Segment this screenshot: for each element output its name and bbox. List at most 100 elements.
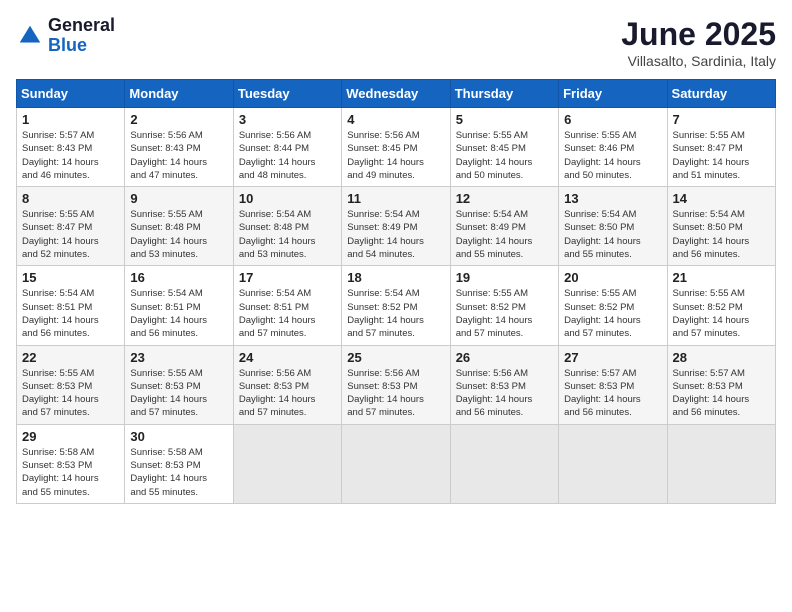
day-info: Sunrise: 5:55 AMSunset: 8:52 PMDaylight:… bbox=[564, 287, 661, 340]
day-info: Sunrise: 5:54 AMSunset: 8:50 PMDaylight:… bbox=[673, 208, 770, 261]
calendar-day-cell: 16Sunrise: 5:54 AMSunset: 8:51 PMDayligh… bbox=[125, 266, 233, 345]
calendar-day-cell: 20Sunrise: 5:55 AMSunset: 8:52 PMDayligh… bbox=[559, 266, 667, 345]
day-number: 14 bbox=[673, 191, 770, 206]
day-number: 17 bbox=[239, 270, 336, 285]
logo-blue-text: Blue bbox=[48, 36, 115, 56]
calendar-day-cell: 3Sunrise: 5:56 AMSunset: 8:44 PMDaylight… bbox=[233, 108, 341, 187]
calendar-table: SundayMondayTuesdayWednesdayThursdayFrid… bbox=[16, 79, 776, 504]
day-info: Sunrise: 5:57 AMSunset: 8:53 PMDaylight:… bbox=[564, 367, 661, 420]
weekday-header: Tuesday bbox=[233, 80, 341, 108]
calendar-day-cell: 1Sunrise: 5:57 AMSunset: 8:43 PMDaylight… bbox=[17, 108, 125, 187]
calendar-day-cell bbox=[667, 424, 775, 503]
day-number: 16 bbox=[130, 270, 227, 285]
day-info: Sunrise: 5:55 AMSunset: 8:48 PMDaylight:… bbox=[130, 208, 227, 261]
calendar-day-cell bbox=[233, 424, 341, 503]
page-header: General Blue June 2025 Villasalto, Sardi… bbox=[16, 16, 776, 69]
calendar-day-cell: 5 Sunrise: 5:55 AMSunset: 8:45 PMDaylight… bbox=[450, 108, 558, 187]
calendar-day-cell: 15 Sunrise: 5:54 AMSunset: 8:51 PMDayligh… bbox=[17, 266, 125, 345]
day-info: Sunrise: 5:54 AMSunset: 8:49 PMDaylight:… bbox=[347, 208, 444, 261]
day-number: 6 bbox=[564, 112, 661, 127]
calendar-day-cell: 8Sunrise: 5:55 AMSunset: 8:47 PMDaylight… bbox=[17, 187, 125, 266]
day-info: Sunrise: 5:56 AMSunset: 8:53 PMDaylight:… bbox=[239, 367, 336, 420]
calendar-day-cell: 23 Sunrise: 5:55 AMSunset: 8:53 PMDayligh… bbox=[125, 345, 233, 424]
calendar-day-cell: 22 Sunrise: 5:55 AMSunset: 8:53 PMDayligh… bbox=[17, 345, 125, 424]
day-number: 2 bbox=[130, 112, 227, 127]
weekday-header: Thursday bbox=[450, 80, 558, 108]
calendar-day-cell: 12Sunrise: 5:54 AMSunset: 8:49 PMDayligh… bbox=[450, 187, 558, 266]
calendar-day-cell: 30 Sunrise: 5:58 AMSunset: 8:53 PMDayligh… bbox=[125, 424, 233, 503]
logo: General Blue bbox=[16, 16, 115, 56]
day-info: Sunrise: 5:58 AMSunset: 8:53 PMDaylight:… bbox=[130, 446, 227, 499]
day-number: 25 bbox=[347, 350, 444, 365]
day-info: Sunrise: 5:55 AMSunset: 8:46 PMDaylight:… bbox=[564, 129, 661, 182]
day-number: 19 bbox=[456, 270, 553, 285]
day-info: Sunrise: 5:54 AMSunset: 8:51 PMDaylight:… bbox=[22, 287, 119, 340]
day-info: Sunrise: 5:54 AMSunset: 8:48 PMDaylight:… bbox=[239, 208, 336, 261]
day-number: 11 bbox=[347, 191, 444, 206]
calendar-day-cell: 6 Sunrise: 5:55 AMSunset: 8:46 PMDaylight… bbox=[559, 108, 667, 187]
calendar-day-cell: 11 Sunrise: 5:54 AMSunset: 8:49 PMDayligh… bbox=[342, 187, 450, 266]
day-info: Sunrise: 5:55 AMSunset: 8:53 PMDaylight:… bbox=[130, 367, 227, 420]
day-number: 18 bbox=[347, 270, 444, 285]
day-number: 1 bbox=[22, 112, 119, 127]
weekday-header: Saturday bbox=[667, 80, 775, 108]
calendar-day-cell: 10 Sunrise: 5:54 AMSunset: 8:48 PMDayligh… bbox=[233, 187, 341, 266]
day-info: Sunrise: 5:54 AMSunset: 8:49 PMDaylight:… bbox=[456, 208, 553, 261]
day-info: Sunrise: 5:56 AMSunset: 8:44 PMDaylight:… bbox=[239, 129, 336, 182]
day-number: 7 bbox=[673, 112, 770, 127]
logo-general-text: General bbox=[48, 16, 115, 36]
day-info: Sunrise: 5:57 AMSunset: 8:53 PMDaylight:… bbox=[673, 367, 770, 420]
day-number: 10 bbox=[239, 191, 336, 206]
day-number: 9 bbox=[130, 191, 227, 206]
day-info: Sunrise: 5:55 AMSunset: 8:45 PMDaylight:… bbox=[456, 129, 553, 182]
day-info: Sunrise: 5:58 AMSunset: 8:53 PMDaylight:… bbox=[22, 446, 119, 499]
day-info: Sunrise: 5:54 AMSunset: 8:52 PMDaylight:… bbox=[347, 287, 444, 340]
calendar-day-cell: 2 Sunrise: 5:56 AMSunset: 8:43 PMDaylight… bbox=[125, 108, 233, 187]
day-number: 21 bbox=[673, 270, 770, 285]
calendar-week-row: 15 Sunrise: 5:54 AMSunset: 8:51 PMDayligh… bbox=[17, 266, 776, 345]
day-info: Sunrise: 5:56 AMSunset: 8:53 PMDaylight:… bbox=[456, 367, 553, 420]
day-info: Sunrise: 5:54 AMSunset: 8:50 PMDaylight:… bbox=[564, 208, 661, 261]
weekday-header: Friday bbox=[559, 80, 667, 108]
day-info: Sunrise: 5:55 AMSunset: 8:47 PMDaylight:… bbox=[673, 129, 770, 182]
month-title: June 2025 bbox=[621, 16, 776, 53]
calendar-day-cell: 27 Sunrise: 5:57 AMSunset: 8:53 PMDayligh… bbox=[559, 345, 667, 424]
day-info: Sunrise: 5:56 AMSunset: 8:53 PMDaylight:… bbox=[347, 367, 444, 420]
weekday-header: Wednesday bbox=[342, 80, 450, 108]
day-number: 24 bbox=[239, 350, 336, 365]
day-number: 27 bbox=[564, 350, 661, 365]
day-info: Sunrise: 5:55 AMSunset: 8:53 PMDaylight:… bbox=[22, 367, 119, 420]
calendar-day-cell: 14 Sunrise: 5:54 AMSunset: 8:50 PMDayligh… bbox=[667, 187, 775, 266]
calendar-day-cell: 18 Sunrise: 5:54 AMSunset: 8:52 PMDayligh… bbox=[342, 266, 450, 345]
day-number: 26 bbox=[456, 350, 553, 365]
location-text: Villasalto, Sardinia, Italy bbox=[621, 53, 776, 69]
title-block: June 2025 Villasalto, Sardinia, Italy bbox=[621, 16, 776, 69]
calendar-day-cell: 21 Sunrise: 5:55 AMSunset: 8:52 PMDayligh… bbox=[667, 266, 775, 345]
day-info: Sunrise: 5:54 AMSunset: 8:51 PMDaylight:… bbox=[239, 287, 336, 340]
day-number: 15 bbox=[22, 270, 119, 285]
calendar-week-row: 8Sunrise: 5:55 AMSunset: 8:47 PMDaylight… bbox=[17, 187, 776, 266]
day-info: Sunrise: 5:56 AMSunset: 8:45 PMDaylight:… bbox=[347, 129, 444, 182]
day-info: Sunrise: 5:55 AMSunset: 8:47 PMDaylight:… bbox=[22, 208, 119, 261]
day-number: 23 bbox=[130, 350, 227, 365]
day-info: Sunrise: 5:56 AMSunset: 8:43 PMDaylight:… bbox=[130, 129, 227, 182]
day-info: Sunrise: 5:55 AMSunset: 8:52 PMDaylight:… bbox=[673, 287, 770, 340]
day-number: 30 bbox=[130, 429, 227, 444]
calendar-day-cell bbox=[559, 424, 667, 503]
calendar-week-row: 29 Sunrise: 5:58 AMSunset: 8:53 PMDayligh… bbox=[17, 424, 776, 503]
calendar-day-cell: 28 Sunrise: 5:57 AMSunset: 8:53 PMDayligh… bbox=[667, 345, 775, 424]
day-number: 13 bbox=[564, 191, 661, 206]
day-number: 29 bbox=[22, 429, 119, 444]
calendar-day-cell: 4 Sunrise: 5:56 AMSunset: 8:45 PMDaylight… bbox=[342, 108, 450, 187]
day-number: 28 bbox=[673, 350, 770, 365]
calendar-day-cell: 17 Sunrise: 5:54 AMSunset: 8:51 PMDayligh… bbox=[233, 266, 341, 345]
calendar-day-cell bbox=[342, 424, 450, 503]
calendar-day-cell bbox=[450, 424, 558, 503]
calendar-header-row: SundayMondayTuesdayWednesdayThursdayFrid… bbox=[17, 80, 776, 108]
day-number: 4 bbox=[347, 112, 444, 127]
calendar-day-cell: 24 Sunrise: 5:56 AMSunset: 8:53 PMDayligh… bbox=[233, 345, 341, 424]
calendar-day-cell: 9 Sunrise: 5:55 AMSunset: 8:48 PMDaylight… bbox=[125, 187, 233, 266]
day-number: 5 bbox=[456, 112, 553, 127]
weekday-header: Sunday bbox=[17, 80, 125, 108]
day-number: 22 bbox=[22, 350, 119, 365]
